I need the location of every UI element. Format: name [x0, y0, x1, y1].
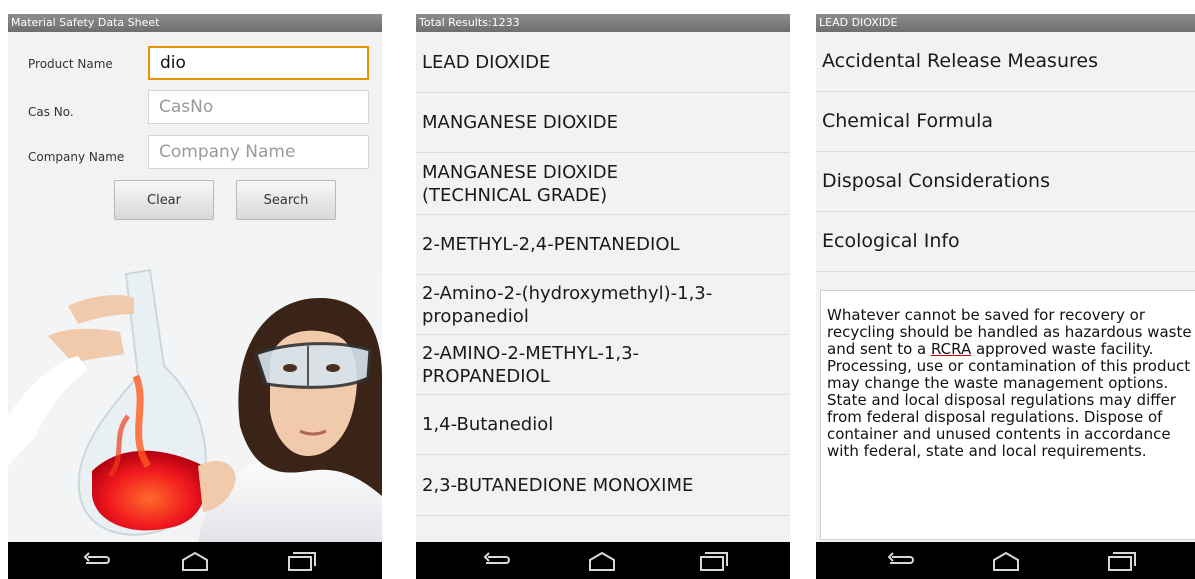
list-item[interactable]: LEAD DIOXIDE — [416, 32, 790, 93]
list-item[interactable]: 2-Amino-2-(hydroxymethyl)-1,3- propanedi… — [416, 275, 790, 335]
chemical-title-bar: LEAD DIOXIDE — [816, 14, 1195, 32]
list-item-label: 1,4-Butanediol — [422, 414, 554, 435]
list-item-label: 2-Amino-2-(hydroxymethyl)-1,3- propanedi… — [422, 282, 713, 327]
search-button[interactable]: Search — [236, 180, 336, 220]
rcra-term: RCRA — [930, 340, 972, 358]
navigation-bar — [8, 542, 382, 579]
list-item[interactable]: 2-METHYL-2,4-PENTANEDIOL — [416, 215, 790, 275]
disposal-text-part: approved waste facility. Processing, use… — [827, 340, 1191, 460]
cas-no-input[interactable] — [148, 90, 369, 124]
section-chemical-formula[interactable]: Chemical Formula — [816, 92, 1195, 152]
section-label: Accidental Release Measures — [822, 50, 1098, 72]
recent-apps-icon[interactable] — [696, 550, 728, 572]
list-item-label: 2,3-BUTANEDIONE MONOXIME — [422, 474, 694, 496]
section-label: Chemical Formula — [822, 110, 994, 132]
results-count-bar: Total Results:1233 — [416, 14, 790, 32]
section-label: Ecological Info — [822, 230, 960, 252]
disposal-details-text: Whatever cannot be saved for recovery or… — [820, 290, 1195, 540]
company-name-label: Company Name — [28, 150, 125, 164]
list-item-label: MANGANESE DIOXIDE (TECHNICAL GRADE) — [422, 161, 618, 206]
search-screen: Material Safety Data Sheet Product Name … — [8, 14, 382, 579]
company-name-input[interactable] — [148, 135, 369, 169]
clear-button[interactable]: Clear — [114, 180, 214, 220]
results-screen: Total Results:1233 LEAD DIOXIDE MANGANES… — [416, 14, 790, 579]
scientist-photo — [8, 266, 382, 542]
list-item-label: LEAD DIOXIDE — [422, 51, 551, 73]
detail-screen: LEAD DIOXIDE Accidental Release Measures… — [816, 14, 1195, 579]
navigation-bar — [416, 542, 790, 579]
list-item[interactable]: 2,3-BUTANEDIONE MONOXIME — [416, 455, 790, 516]
section-disposal-considerations[interactable]: Disposal Considerations — [816, 152, 1195, 212]
list-item[interactable]: MANGANESE DIOXIDE (TECHNICAL GRADE) — [416, 153, 790, 215]
section-ecological-info[interactable]: Ecological Info — [816, 212, 1195, 272]
home-icon[interactable] — [179, 550, 211, 572]
home-icon[interactable] — [586, 550, 618, 572]
recent-apps-icon[interactable] — [284, 550, 316, 572]
list-item[interactable]: 1,4-Butanediol — [416, 395, 790, 455]
app-title-bar: Material Safety Data Sheet — [8, 14, 382, 32]
cas-no-label: Cas No. — [28, 105, 74, 119]
list-item-label: 2-METHYL-2,4-PENTANEDIOL — [422, 234, 680, 255]
section-accidental-release[interactable]: Accidental Release Measures — [816, 32, 1195, 92]
back-icon[interactable] — [480, 550, 512, 572]
recent-apps-icon[interactable] — [1104, 550, 1136, 572]
list-item-label: 2-AMINO-2-METHYL-1,3- PROPANEDIOL — [422, 342, 640, 387]
navigation-bar — [816, 542, 1195, 579]
back-icon[interactable] — [80, 550, 112, 572]
list-item-label: MANGANESE DIOXIDE — [422, 112, 618, 133]
product-name-label: Product Name — [28, 57, 113, 71]
product-name-input[interactable] — [148, 46, 369, 80]
list-item[interactable]: 2-AMINO-2-METHYL-1,3- PROPANEDIOL — [416, 335, 790, 395]
section-label: Disposal Considerations — [822, 170, 1050, 192]
home-icon[interactable] — [990, 550, 1022, 572]
back-icon[interactable] — [884, 550, 916, 572]
list-item[interactable]: MANGANESE DIOXIDE — [416, 93, 790, 153]
